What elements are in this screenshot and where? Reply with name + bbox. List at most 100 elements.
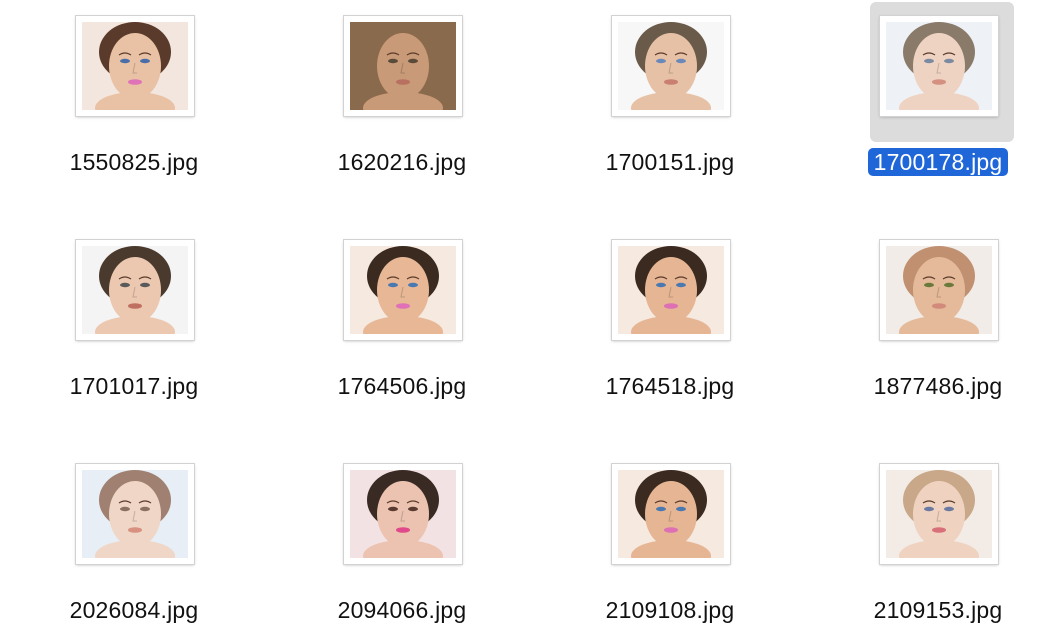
file-item[interactable]: 1550825.jpg: [0, 2, 268, 202]
face-shape: [645, 257, 697, 323]
left-eye: [656, 282, 666, 288]
left-eye: [388, 282, 398, 288]
file-name-label[interactable]: 1701017.jpg: [64, 372, 205, 400]
left-eye: [924, 282, 934, 288]
left-eye: [388, 58, 398, 64]
thumbnail-frame: [870, 226, 1014, 366]
image-thumbnail[interactable]: [880, 240, 998, 340]
lips: [128, 79, 142, 85]
file-item[interactable]: 1764506.jpg: [268, 226, 536, 426]
portrait-image: [618, 470, 724, 558]
portrait-image: [350, 22, 456, 110]
face-shape: [645, 33, 697, 99]
right-eye: [140, 506, 150, 512]
file-item[interactable]: 2094066.jpg: [268, 450, 536, 642]
lips: [128, 527, 142, 533]
left-eye: [924, 506, 934, 512]
lips: [932, 303, 946, 309]
file-name-label[interactable]: 2109153.jpg: [868, 596, 1009, 624]
file-name-label[interactable]: 1700151.jpg: [600, 148, 741, 176]
thumbnail-frame: [602, 2, 746, 142]
portrait-image: [82, 22, 188, 110]
image-thumbnail[interactable]: [612, 240, 730, 340]
file-icon-grid: 1550825.jpg 1620216.jpg 1700151.jpg 1700…: [0, 0, 1060, 642]
image-thumbnail[interactable]: [612, 464, 730, 564]
image-thumbnail[interactable]: [76, 464, 194, 564]
left-eye: [120, 282, 130, 288]
file-name-label[interactable]: 2026084.jpg: [64, 596, 205, 624]
lips: [664, 79, 678, 85]
thumbnail-frame: [870, 450, 1014, 590]
file-item[interactable]: 2109153.jpg: [804, 450, 1060, 642]
portrait-image: [886, 246, 992, 334]
portrait-image: [886, 470, 992, 558]
file-name-label[interactable]: 1700178.jpg: [867, 148, 1009, 176]
image-thumbnail[interactable]: [76, 240, 194, 340]
face-shape: [913, 481, 965, 547]
right-eye: [140, 58, 150, 64]
face-shape: [913, 257, 965, 323]
left-eye: [924, 58, 934, 64]
file-item[interactable]: 2026084.jpg: [0, 450, 268, 642]
right-eye: [944, 506, 954, 512]
thumbnail-frame: [66, 226, 210, 366]
image-thumbnail[interactable]: [880, 16, 998, 116]
right-eye: [676, 282, 686, 288]
file-name-label[interactable]: 1764518.jpg: [600, 372, 741, 400]
face-shape: [109, 481, 161, 547]
file-item[interactable]: 1877486.jpg: [804, 226, 1060, 426]
lips: [396, 527, 410, 533]
lips: [396, 79, 410, 85]
lips: [396, 303, 410, 309]
lips: [932, 79, 946, 85]
portrait-image: [350, 470, 456, 558]
left-eye: [656, 506, 666, 512]
portrait-image: [82, 470, 188, 558]
left-eye: [388, 506, 398, 512]
thumbnail-frame: [334, 226, 478, 366]
file-name-label[interactable]: 1550825.jpg: [64, 148, 205, 176]
right-eye: [944, 282, 954, 288]
file-item[interactable]: 1620216.jpg: [268, 2, 536, 202]
image-thumbnail[interactable]: [344, 464, 462, 564]
face-shape: [109, 257, 161, 323]
image-thumbnail[interactable]: [344, 240, 462, 340]
right-eye: [676, 58, 686, 64]
thumbnail-frame: [870, 2, 1014, 142]
thumbnail-frame: [66, 450, 210, 590]
left-eye: [120, 506, 130, 512]
right-eye: [408, 58, 418, 64]
image-thumbnail[interactable]: [612, 16, 730, 116]
portrait-image: [886, 22, 992, 110]
file-item[interactable]: 2109108.jpg: [536, 450, 804, 642]
image-thumbnail[interactable]: [76, 16, 194, 116]
lips: [664, 303, 678, 309]
thumbnail-frame: [334, 2, 478, 142]
file-item[interactable]: 1700151.jpg: [536, 2, 804, 202]
thumbnail-frame: [602, 450, 746, 590]
image-thumbnail[interactable]: [880, 464, 998, 564]
file-item[interactable]: 1701017.jpg: [0, 226, 268, 426]
file-name-label[interactable]: 1764506.jpg: [332, 372, 473, 400]
file-name-label[interactable]: 1877486.jpg: [868, 372, 1009, 400]
image-thumbnail[interactable]: [344, 16, 462, 116]
thumbnail-frame: [334, 450, 478, 590]
file-name-label[interactable]: 2109108.jpg: [600, 596, 741, 624]
file-item-selected[interactable]: 1700178.jpg: [804, 2, 1060, 202]
left-eye: [120, 58, 130, 64]
thumbnail-frame: [66, 2, 210, 142]
file-item[interactable]: 1764518.jpg: [536, 226, 804, 426]
face-shape: [645, 481, 697, 547]
right-eye: [676, 506, 686, 512]
thumbnail-frame: [602, 226, 746, 366]
face-shape: [377, 257, 429, 323]
face-shape: [377, 481, 429, 547]
portrait-image: [618, 22, 724, 110]
file-name-label[interactable]: 2094066.jpg: [332, 596, 473, 624]
right-eye: [140, 282, 150, 288]
right-eye: [408, 282, 418, 288]
file-name-label[interactable]: 1620216.jpg: [332, 148, 473, 176]
right-eye: [408, 506, 418, 512]
portrait-image: [618, 246, 724, 334]
face-shape: [913, 33, 965, 99]
